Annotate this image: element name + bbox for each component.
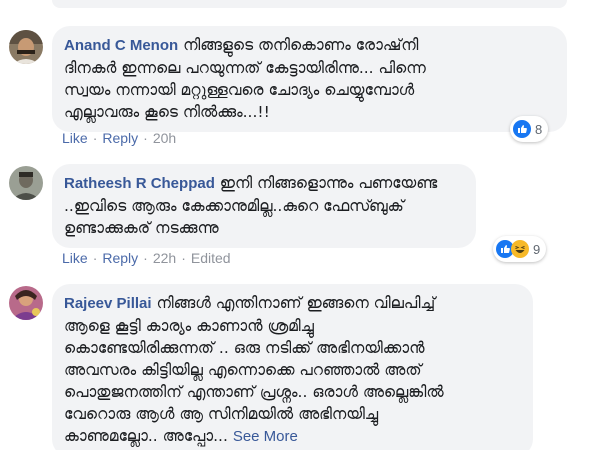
- separator: ·: [143, 250, 148, 266]
- reactions-summary[interactable]: 9: [493, 236, 547, 262]
- separator: ·: [181, 250, 186, 266]
- comment-bubble: Anand C Menon നിങ്ങളുടെ തനികൊണം രോഷ്‌നി …: [52, 26, 567, 132]
- comment-author[interactable]: Anand C Menon: [64, 37, 178, 54]
- comment-line: Anand C Menon നിങ്ങളുടെ തനികൊണം രോഷ്‌നി: [64, 34, 553, 57]
- comment-text: അവസരം കിട്ടിയില്ല എന്നൊക്കെ പറഞ്ഞാൽ അത്: [64, 361, 422, 379]
- like-button[interactable]: Like: [62, 130, 88, 146]
- see-more-link[interactable]: See More: [233, 428, 298, 445]
- haha-icon: [511, 240, 529, 258]
- reaction-count: 8: [535, 121, 543, 137]
- comment-text: കാണുമല്ലോ.. അപ്പോ...: [64, 427, 228, 445]
- like-button[interactable]: Like: [62, 250, 88, 266]
- timestamp[interactable]: 22h: [153, 250, 176, 266]
- reply-button[interactable]: Reply: [102, 250, 138, 266]
- reply-button[interactable]: Reply: [102, 130, 138, 146]
- comment-text: ആളെ കൂട്ടി കാര്യം കാണാൻ ശ്രമിച്ചു: [64, 317, 314, 335]
- comment-line: Ratheesh R Cheppad ഇനി നിങ്ങളൊന്നും പണയേ…: [64, 172, 462, 195]
- reactions-summary[interactable]: 8: [510, 116, 549, 142]
- avatar[interactable]: [9, 166, 43, 200]
- comment-bubble: Ratheesh R Cheppad ഇനി നിങ്ങളൊന്നും പണയേ…: [52, 164, 476, 248]
- avatar[interactable]: [9, 30, 43, 64]
- comment-text: സ്വയം നന്നായി മറ്റുള്ളവരെ ചോദ്യം ചെയ്യുമ…: [64, 81, 415, 99]
- comment-text: എല്ലാവരും കൂടെ നിൽക്കും...!!: [64, 103, 270, 121]
- comment-actions: Like · Reply · 20h: [62, 130, 176, 146]
- separator: ·: [143, 130, 148, 146]
- separator: ·: [92, 250, 98, 266]
- comment-line: Rajeev Pillai നിങ്ങൾ എന്തിനാണ് ഇങ്ങനെ വി…: [64, 292, 519, 315]
- comment-text: നിങ്ങൾ എന്തിനാണ് ഇങ്ങനെ വിലപിച്ച്: [156, 294, 436, 312]
- avatar[interactable]: [9, 286, 43, 320]
- timestamp[interactable]: 20h: [153, 130, 176, 146]
- comment-bubble: Rajeev Pillai നിങ്ങൾ എന്തിനാണ് ഇങ്ങനെ വി…: [52, 284, 533, 450]
- comment-text: ഇനി നിങ്ങളൊന്നും പണയേണ്ട: [219, 174, 438, 192]
- comment-text: നിങ്ങളുടെ തനികൊണം രോഷ്‌നി: [183, 36, 419, 54]
- comment-text: ദിനകർ ഇന്നലെ പറയുന്നത് കേട്ടായിരിന്നു...…: [64, 59, 426, 77]
- comment-line: കാണുമല്ലോ.. അപ്പോ... See More: [64, 425, 519, 448]
- comment-text: ഉണ്ടാക്കുകര് നടക്കുന്നു: [64, 219, 219, 237]
- comment-text: ..ഇവിടെ ആരും കേക്കാനുമില്ല..കുറെ ഫേസ്ബുക…: [64, 197, 404, 215]
- comment-text: കൊണ്ടേയിരിക്കുന്നത് .. ഒരു നടിക്ക് അഭിനയ…: [64, 339, 425, 357]
- comment-text: വേറൊരു ആൾ ആ സിനിമയിൽ അഭിനയിച്ചു: [64, 405, 379, 423]
- edited-label[interactable]: Edited: [191, 250, 231, 266]
- separator: ·: [92, 130, 98, 146]
- comment-author[interactable]: Ratheesh R Cheppad: [64, 175, 215, 192]
- previous-comment-fragment: [52, 0, 567, 8]
- reaction-count: 9: [533, 241, 541, 257]
- comment-author[interactable]: Rajeev Pillai: [64, 295, 152, 312]
- comment-text: പൊതുജനത്തിന് എന്താണ് പ്രശ്നം.. ഒരാൾ അല്ല…: [64, 383, 444, 401]
- comment-actions: Like · Reply · 22h · Edited: [62, 250, 231, 266]
- like-icon: [513, 120, 531, 138]
- comment-thread: Anand C Menon നിങ്ങളുടെ തനികൊണം രോഷ്‌നി …: [0, 0, 600, 450]
